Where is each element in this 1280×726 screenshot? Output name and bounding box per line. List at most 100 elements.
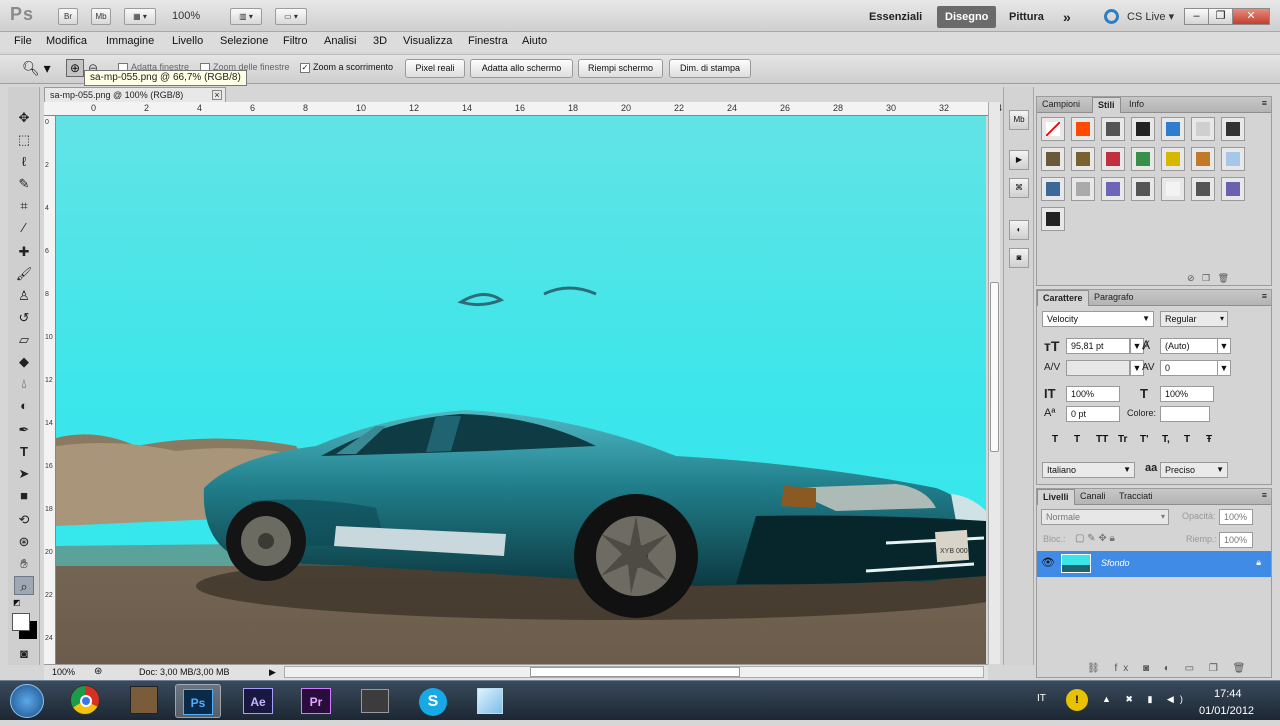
style-swatch[interactable]	[1041, 147, 1065, 171]
leading-dropdown[interactable]: ▼	[1217, 338, 1231, 354]
premiere-taskbar-icon[interactable]: Pr	[293, 684, 339, 718]
brush-presets-icon[interactable]: ◐	[1009, 220, 1029, 240]
text-style-button[interactable]: Tr	[1118, 434, 1127, 445]
style-none-swatch[interactable]	[1041, 117, 1065, 141]
arrange-documents-button[interactable]: ▥ ▾	[230, 8, 262, 25]
menu-3d[interactable]: 3D	[373, 35, 387, 47]
clock-date[interactable]: 01/01/2012	[1199, 705, 1254, 717]
screen-mode-button[interactable]: ▭ ▾	[275, 8, 307, 25]
system-tray-icons[interactable]: ▲ ✖ ▮ ◀)	[1102, 694, 1189, 705]
status-menu-arrow[interactable]: ▶	[269, 667, 276, 678]
layers-footer-icons[interactable]: ⛓ fx ◙ ◐ ▭ ❐ 🗑︎	[1087, 663, 1251, 674]
blur-tool-icon[interactable]: 💧︎	[14, 374, 34, 393]
document-canvas[interactable]: XYB 000	[56, 116, 986, 664]
blend-mode-select[interactable]: Normale ▾	[1041, 509, 1169, 525]
style-swatch[interactable]	[1101, 177, 1125, 201]
crop-tool-icon[interactable]: ⌗	[14, 196, 34, 215]
eraser-tool-icon[interactable]: ▱	[14, 330, 34, 349]
clone-source-icon[interactable]: ◙	[1009, 248, 1029, 268]
brush-tool-icon[interactable]: 🖌︎	[14, 264, 34, 283]
after-effects-taskbar-icon[interactable]: Ae	[235, 684, 281, 718]
path-selection-tool-icon[interactable]: ➤	[14, 464, 34, 483]
text-style-button[interactable]: T	[1074, 434, 1080, 445]
type-tool-icon[interactable]: T	[14, 442, 34, 461]
panel-menu-icon[interactable]: ≡	[1262, 291, 1267, 301]
style-swatch[interactable]	[1191, 147, 1215, 171]
document-tab[interactable]: sa-mp-055.png @ 100% (RGB/8) ×	[44, 87, 226, 102]
menu-selezione[interactable]: Selezione	[220, 35, 268, 47]
style-swatch[interactable]	[1071, 117, 1095, 141]
history-brush-tool-icon[interactable]: ↺	[14, 308, 34, 327]
menu-modifica[interactable]: Modifica	[46, 35, 87, 47]
style-swatch[interactable]	[1161, 177, 1185, 201]
shape-tool-icon[interactable]: ■	[14, 486, 34, 505]
tracking-field[interactable]: 0	[1160, 360, 1218, 376]
tab-paragrafo[interactable]: Paragrafo	[1089, 290, 1139, 306]
chrome-taskbar-icon[interactable]	[70, 685, 100, 715]
text-style-button[interactable]: TT	[1096, 434, 1108, 445]
vertical-scale-field[interactable]: 100%	[1066, 386, 1120, 402]
history-panel-icon[interactable]: ⌘	[1009, 178, 1029, 198]
move-tool-icon[interactable]: ✥	[14, 108, 34, 127]
styles-footer-icons[interactable]: ⊘ ❐ 🗑︎	[1187, 273, 1229, 284]
vertical-scroll-thumb[interactable]	[990, 282, 999, 452]
style-swatch[interactable]	[1131, 177, 1155, 201]
style-swatch[interactable]	[1161, 147, 1185, 171]
menu-aiuto[interactable]: Aiuto	[522, 35, 547, 47]
more-workspaces-button[interactable]: »	[1055, 6, 1079, 28]
horizontal-scrollbar[interactable]	[284, 666, 984, 678]
horizontal-scale-field[interactable]: 100%	[1160, 386, 1214, 402]
font-family-select[interactable]: Velocity ▼	[1042, 311, 1154, 327]
baseline-shift-field[interactable]: 0 pt	[1066, 406, 1120, 422]
tab-campioni[interactable]: Campioni	[1037, 97, 1085, 113]
antialias-select[interactable]: Preciso ▼	[1160, 462, 1228, 478]
marquee-tool-icon[interactable]: ⬚	[14, 130, 34, 149]
zoom-tool-selected-icon[interactable]: ⌕	[14, 576, 34, 595]
camera-taskbar-icon[interactable]	[352, 684, 398, 718]
style-swatch[interactable]	[1131, 117, 1155, 141]
view-extras-button[interactable]: ▦ ▾	[124, 8, 156, 25]
close-window-button[interactable]: ✕	[1232, 8, 1270, 25]
font-style-select[interactable]: Regular ▾	[1160, 311, 1228, 327]
3d-orbit-tool-icon[interactable]: ⊛	[14, 532, 34, 551]
text-style-button[interactable]: Ŧ	[1206, 434, 1212, 445]
minibridge-button[interactable]: Mb	[91, 8, 111, 25]
skype-taskbar-icon[interactable]: S	[410, 684, 456, 718]
language-indicator[interactable]: IT	[1037, 693, 1046, 704]
print-size-button[interactable]: Dim. di stampa	[669, 59, 751, 78]
paint-bucket-tool-icon[interactable]: ◆	[14, 352, 34, 371]
style-swatch[interactable]	[1041, 177, 1065, 201]
style-swatch[interactable]	[1161, 117, 1185, 141]
dodge-tool-icon[interactable]: ◐	[14, 396, 34, 415]
style-swatch[interactable]	[1221, 117, 1245, 141]
menu-livello[interactable]: Livello	[172, 35, 203, 47]
tab-stili[interactable]: Stili	[1092, 97, 1121, 113]
restore-button[interactable]: ❐	[1208, 8, 1233, 25]
tab-tracciati[interactable]: Tracciati	[1114, 489, 1158, 505]
horizontal-scroll-thumb[interactable]	[530, 667, 740, 677]
panel-menu-icon[interactable]: ≡	[1262, 490, 1267, 500]
lock-icons[interactable]: ▢ ✎ ✥ 🔒︎	[1075, 533, 1115, 544]
bridge-button[interactable]: Br	[58, 8, 78, 25]
vertical-scrollbar[interactable]	[988, 102, 1000, 664]
fill-field[interactable]: 100%	[1219, 532, 1253, 548]
style-swatch[interactable]	[1071, 177, 1095, 201]
tab-livelli[interactable]: Livelli	[1037, 489, 1075, 505]
workspace-essenziali[interactable]: Essenziali	[861, 6, 930, 28]
zoom-tool-icon[interactable]: 🔍︎ ▾	[22, 60, 51, 77]
language-select[interactable]: Italiano ▼	[1042, 462, 1135, 478]
menu-immagine[interactable]: Immagine	[106, 35, 154, 47]
clock-time[interactable]: 17:44	[1214, 688, 1242, 700]
status-icon[interactable]: ⊛	[94, 666, 102, 677]
document-close-icon[interactable]: ×	[212, 90, 222, 100]
panel-menu-icon[interactable]: ≡	[1262, 98, 1267, 108]
text-style-button[interactable]: T	[1184, 434, 1190, 445]
text-style-button[interactable]: T	[1052, 434, 1058, 445]
photoshop-taskbar-icon[interactable]: Ps	[175, 684, 221, 718]
action-center-warning-icon[interactable]: !	[1066, 689, 1088, 711]
style-swatch[interactable]	[1131, 147, 1155, 171]
menu-file[interactable]: File	[14, 35, 32, 47]
fill-screen-button[interactable]: Riempi schermo	[578, 59, 663, 78]
eyedropper-tool-icon[interactable]: ⁄	[14, 218, 34, 237]
style-swatch[interactable]	[1191, 177, 1215, 201]
